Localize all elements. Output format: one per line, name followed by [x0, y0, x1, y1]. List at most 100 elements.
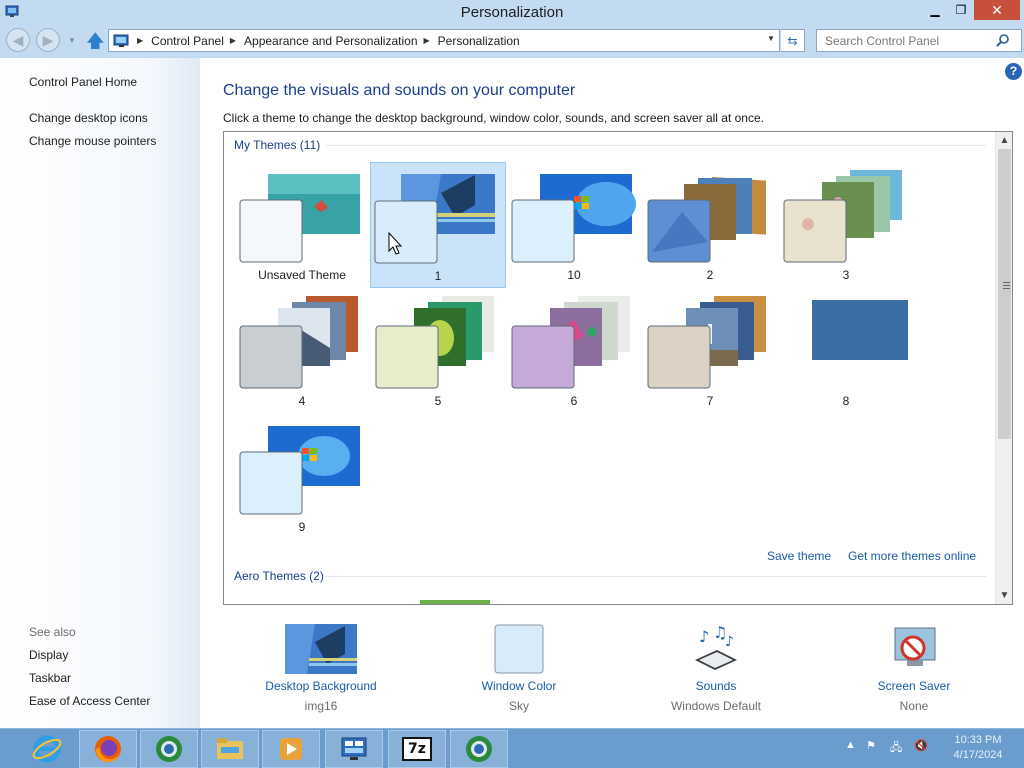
page-description: Click a theme to change the desktop back…	[223, 111, 764, 125]
theme-label: Unsaved Theme	[258, 268, 346, 282]
scroll-up-arrow[interactable]: ▲	[996, 132, 1013, 149]
window-color-tile[interactable]: Window Color Sky	[464, 624, 574, 713]
theme-unsaved[interactable]: Unsaved Theme	[234, 162, 370, 288]
theme-label: 6	[570, 394, 578, 408]
theme-preview	[374, 174, 495, 264]
taskbar-firefox[interactable]	[79, 730, 137, 768]
search-input[interactable]	[817, 33, 995, 48]
refresh-button[interactable]: ⇆	[781, 29, 805, 52]
theme-5[interactable]: 5	[370, 288, 506, 414]
taskbar-browser[interactable]	[140, 730, 198, 768]
control-panel-home-link[interactable]: Control Panel Home	[29, 75, 137, 89]
internet-explorer-icon	[32, 735, 62, 763]
theme-preview	[239, 174, 360, 263]
taskbar-control-panel[interactable]	[325, 730, 383, 768]
taskbar-internet-explorer[interactable]	[18, 730, 76, 768]
theme-label: 8	[842, 394, 850, 408]
theme-preview	[239, 426, 360, 515]
navigation-bar: ◀ ▶ ▼ 🡅 ▶ Control Panel ▶ Appearance and…	[0, 26, 1024, 56]
breadcrumb-separator[interactable]: ▶	[137, 36, 143, 45]
window-color-title[interactable]: Window Color	[464, 679, 574, 693]
7zip-label: 7z	[408, 741, 426, 757]
breadcrumb-personalization[interactable]: Personalization	[438, 34, 520, 48]
desktop-background-tile[interactable]: Desktop Background img16	[256, 624, 386, 713]
theme-preview	[647, 296, 766, 389]
search-icon[interactable]	[995, 33, 1011, 49]
browser-icon	[156, 736, 182, 762]
breadcrumb-appearance[interactable]: Appearance and Personalization	[244, 34, 417, 48]
aero-themes-header[interactable]: Aero Themes (2)	[234, 569, 324, 583]
theme-preview	[783, 170, 902, 263]
my-themes-header[interactable]: My Themes (11)	[234, 138, 320, 152]
scrollbar-thumb[interactable]	[998, 149, 1011, 439]
firefox-icon	[95, 736, 121, 763]
search-box[interactable]	[816, 29, 1022, 52]
theme-9[interactable]: 9	[234, 414, 370, 540]
theme-label: 9	[298, 520, 306, 534]
clock-date: 4/17/2024	[953, 749, 1003, 761]
minimize-button[interactable]: ▁	[922, 0, 948, 20]
system-clock[interactable]: 10:33 PM 4/17/2024	[948, 733, 1008, 763]
task-pane: Control Panel Home Change desktop icons …	[0, 58, 200, 728]
screen-saver-value: None	[899, 699, 929, 713]
file-explorer-icon	[217, 738, 243, 759]
desktop-background-title[interactable]: Desktop Background	[256, 679, 386, 693]
scroll-down-arrow[interactable]: ▼	[996, 587, 1013, 604]
sounds-value: Windows Default	[670, 699, 762, 713]
theme-8[interactable]: 8	[778, 288, 914, 414]
help-icon[interactable]: ?	[1005, 63, 1022, 80]
desktop-background-value: img16	[304, 699, 338, 713]
get-more-themes-link[interactable]: Get more themes online	[848, 549, 976, 563]
screen-saver-title[interactable]: Screen Saver	[864, 679, 964, 693]
change-desktop-icons-link[interactable]: Change desktop icons	[29, 111, 148, 125]
taskbar-media-player[interactable]	[262, 730, 320, 768]
svg-text:♪: ♪	[725, 634, 734, 650]
change-mouse-pointers-link[interactable]: Change mouse pointers	[29, 134, 156, 148]
action-center-flag-icon[interactable]: ⚑	[866, 739, 876, 752]
ease-of-access-link[interactable]: Ease of Access Center	[29, 694, 150, 708]
volume-muted-icon[interactable]: 🔇	[914, 739, 928, 752]
breadcrumb-separator[interactable]: ▶	[230, 36, 236, 45]
save-theme-link[interactable]: Save theme	[767, 549, 831, 563]
theme-7[interactable]: 7	[642, 288, 778, 414]
theme-6[interactable]: 6	[506, 288, 642, 414]
theme-list-scrollbar[interactable]: ▲ ▼	[995, 132, 1012, 604]
taskbar-link[interactable]: Taskbar	[29, 671, 71, 685]
restore-button[interactable]: ❐	[948, 0, 974, 20]
show-hidden-icons-arrow[interactable]: ▲	[845, 739, 856, 751]
close-button[interactable]: ✕	[974, 0, 1020, 20]
theme-label: 10	[567, 268, 581, 282]
back-button[interactable]: ◀	[6, 28, 30, 52]
theme-3[interactable]: 3	[778, 162, 914, 288]
forward-button[interactable]: ▶	[36, 28, 60, 52]
theme-2[interactable]: 2	[642, 162, 778, 288]
up-button[interactable]: 🡅	[86, 31, 105, 51]
network-icon[interactable]: 🖧	[890, 739, 902, 758]
breadcrumb-control-panel[interactable]: Control Panel	[151, 34, 224, 48]
theme-10[interactable]: 10	[506, 162, 642, 288]
display-link[interactable]: Display	[29, 648, 68, 662]
theme-label: 1	[434, 269, 442, 283]
taskbar-7zip[interactable]: 7z	[388, 730, 446, 768]
theme-1[interactable]: 1	[370, 162, 506, 288]
theme-label: 4	[298, 394, 306, 408]
sounds-tile[interactable]: ♪ ♫ ♪ Sounds Windows Default	[656, 624, 776, 713]
desktop-background-icon	[285, 624, 357, 674]
screen-saver-icon	[894, 627, 936, 666]
back-arrow-icon: ◀	[12, 31, 24, 48]
refresh-icon: ⇆	[787, 33, 798, 48]
svg-text:♪: ♪	[699, 627, 709, 646]
recent-pages-dropdown[interactable]: ▼	[68, 36, 76, 45]
theme-list[interactable]: My Themes (11) Unsaved Theme 1 10 2 3 4 …	[223, 131, 1013, 605]
breadcrumb-separator[interactable]: ▶	[424, 36, 430, 45]
title-bar: Personalization ▁ ❐ ✕	[0, 0, 1024, 26]
address-dropdown-arrow[interactable]: ▼	[767, 34, 775, 43]
screen-saver-tile[interactable]: Screen Saver None	[864, 624, 964, 713]
theme-preview	[647, 176, 766, 263]
taskbar-browser-2[interactable]	[450, 730, 508, 768]
taskbar-file-explorer[interactable]	[201, 730, 259, 768]
theme-4[interactable]: 4	[234, 288, 370, 414]
theme-preview	[812, 300, 908, 360]
sounds-title[interactable]: Sounds	[656, 679, 776, 693]
address-bar[interactable]: ▶ Control Panel ▶ Appearance and Persona…	[108, 29, 780, 52]
